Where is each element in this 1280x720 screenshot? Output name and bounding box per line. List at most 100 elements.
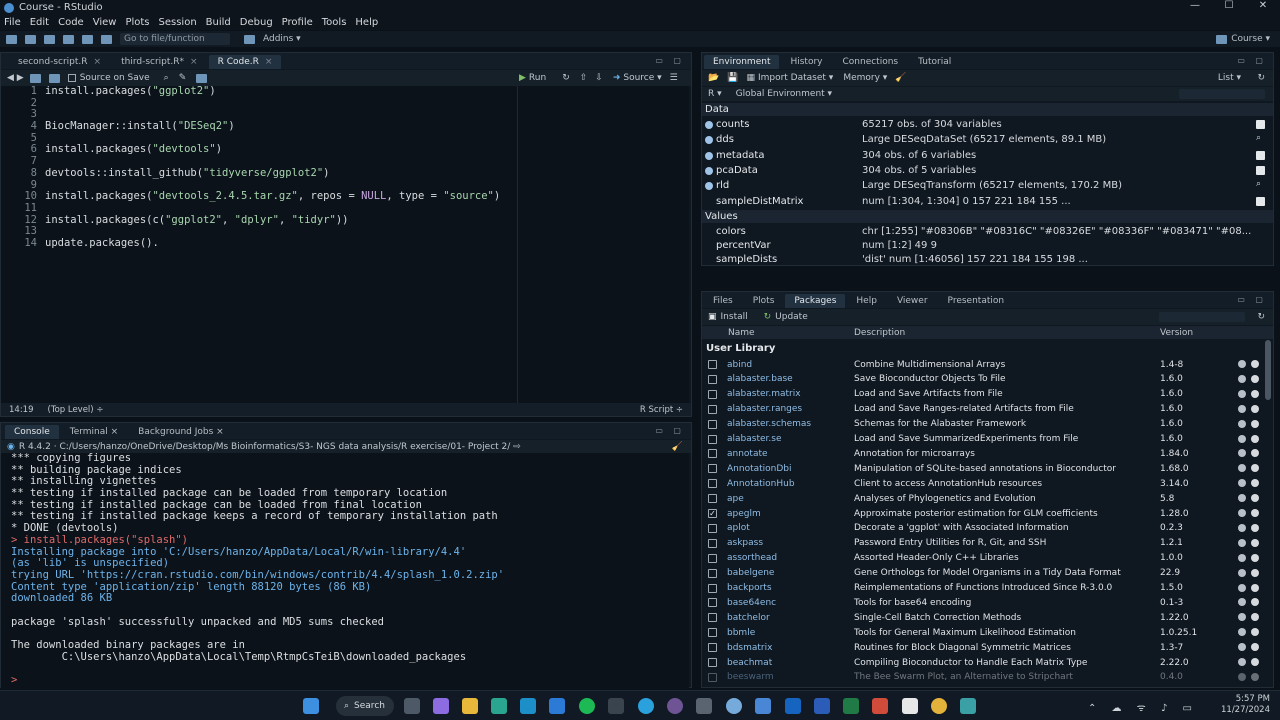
view-grid-icon[interactable] [1256,196,1265,206]
package-row[interactable]: alabaster.matrix Load and Save Artifacts … [702,387,1263,402]
env-row-percentVar[interactable]: percentVar num [1:2] 49 9 [702,238,1273,253]
code-editor[interactable]: 1 2 3 4 5 6 7 8 9 10 11 12 13 14 install.packages("gg… [1,85,689,412]
start-icon[interactable] [303,698,319,714]
package-name[interactable]: batchelor [727,613,770,623]
open-file-icon[interactable] [44,34,55,44]
code-lines[interactable]: install.packages("ggplot2") BiocManager::… [45,85,500,250]
install-button[interactable]: Install [721,312,748,322]
outlook-icon[interactable] [785,698,801,714]
pane-minmax-icon[interactable]: ▭ ▢ [655,56,685,65]
refresh-env-icon[interactable]: ↻ [1257,73,1265,83]
notion-icon[interactable] [902,698,918,714]
close-tab-icon[interactable]: × [94,57,102,67]
package-row[interactable]: beachmat Compiling Bioconductor to Handle… [702,655,1263,670]
expand-icon[interactable] [705,182,713,191]
tab-plots[interactable]: Plots [744,294,784,308]
tab-second-script-r[interactable]: second-script.R × [9,55,110,69]
git-icon[interactable] [696,698,712,714]
env-minmax-icon[interactable]: ▭ ▢ [1237,56,1267,65]
package-website-icon[interactable] [1238,598,1246,607]
package-website-icon[interactable] [1238,374,1246,383]
package-name[interactable]: AnnotationDbi [727,464,792,474]
menu-debug[interactable]: Debug [240,17,273,28]
env-row-sampleDistMatrix[interactable]: sampleDistMatrix num [1:304, 1:304] 0 157… [702,194,1273,209]
go-down-icon[interactable]: ⇩ [595,73,603,83]
package-search-input[interactable] [1159,312,1245,322]
tab-environment[interactable]: Environment [704,55,780,69]
col-version[interactable]: Version [1160,328,1193,338]
package-checkbox[interactable] [708,523,717,533]
remove-package-icon[interactable] [1251,479,1259,488]
view-search-icon[interactable]: ⌕ [1256,133,1265,143]
package-website-icon[interactable] [1238,389,1246,398]
remove-package-icon[interactable] [1251,553,1259,562]
package-row[interactable]: batchelor Single-Cell Batch Correction Me… [702,610,1263,625]
tab-terminal[interactable]: Terminal × [61,425,127,439]
view-grid-icon[interactable] [1256,165,1265,175]
package-row[interactable]: alabaster.se Load and Save SummarizedExpe… [702,432,1263,447]
scope-menu[interactable]: (Top Level) ÷ [48,405,104,415]
language-menu[interactable]: R ▾ [708,89,722,99]
package-name[interactable]: base64enc [727,598,776,608]
tab-connections[interactable]: Connections [834,55,908,69]
vscode-icon[interactable] [549,698,565,714]
edge-dev-icon[interactable] [520,698,536,714]
console-output[interactable]: *** copying figures ** building package i… [1,453,689,689]
remove-package-icon[interactable] [1251,509,1259,517]
remove-package-icon[interactable] [1251,449,1259,458]
view-grid-icon[interactable] [1256,120,1265,129]
package-name[interactable]: annotate [727,449,768,459]
copilot-icon[interactable] [433,698,449,714]
taskbar-search[interactable]: ⌕ Search [336,696,394,716]
pdf-icon[interactable] [872,698,888,714]
package-website-icon[interactable] [1238,613,1246,622]
code-line[interactable]: install.packages(c("ggplot2", "dplyr", "… [45,214,500,227]
pkg-minmax-icon[interactable]: ▭ ▢ [1237,295,1267,304]
close-tab-icon[interactable]: × [190,57,198,67]
telegram-icon[interactable] [638,698,654,714]
menu-file[interactable]: File [4,17,21,28]
package-checkbox[interactable] [708,374,717,384]
env-row-counts[interactable]: counts 65217 obs. of 304 variables [702,117,1273,132]
package-name[interactable]: babelgene [727,568,774,578]
package-website-icon[interactable] [1238,643,1246,652]
tab-history[interactable]: History [781,55,831,69]
package-checkbox[interactable] [708,479,717,489]
tab-third-script-r[interactable]: third-script.R* × [112,55,206,69]
spotify-icon[interactable] [579,698,595,714]
remove-package-icon[interactable] [1251,672,1259,681]
remove-package-icon[interactable] [1251,658,1259,666]
app-icon[interactable] [960,698,976,714]
code-line[interactable]: install.packages("devtools") [45,144,500,156]
package-checkbox[interactable] [708,583,717,593]
search-icon[interactable]: ⌕ [164,73,169,83]
tab-console[interactable]: Console [5,425,59,439]
project-menu[interactable]: Course ▾ [1216,31,1270,47]
package-row[interactable]: base64enc Tools for base64 encoding 0.1-3 [702,595,1263,610]
package-name[interactable]: assorthead [727,553,777,563]
package-website-icon[interactable] [1238,434,1246,443]
package-name[interactable]: apeglm [727,509,761,519]
expand-icon[interactable] [705,166,713,175]
package-checkbox[interactable] [708,464,717,474]
package-website-icon[interactable] [1238,538,1246,547]
menu-session[interactable]: Session [159,17,197,28]
package-row[interactable]: bbmle Tools for General Maximum Likelihoo… [702,625,1263,640]
task-view-icon[interactable] [404,698,420,714]
package-row[interactable]: abind Combine Multidimensional Arrays 1.4-… [702,357,1263,372]
remove-package-icon[interactable] [1251,568,1259,577]
package-checkbox[interactable] [708,538,717,548]
package-website-icon[interactable] [1238,360,1246,368]
menu-build[interactable]: Build [206,17,231,28]
package-checkbox[interactable] [708,449,717,459]
system-tray[interactable]: 5:57 PM 11/27/2024 [1221,694,1270,716]
tab-r-code-r[interactable]: R Code.R × [208,55,282,69]
package-checkbox[interactable] [708,553,717,563]
new-project-icon[interactable] [25,34,36,44]
package-row[interactable]: alabaster.base Save Bioconductor Objects … [702,372,1263,387]
package-checkbox[interactable] [708,568,717,578]
menu-profile[interactable]: Profile [282,17,313,28]
rstudio-taskbar-icon[interactable] [726,698,742,714]
package-row[interactable]: backports Reimplementations of Functions … [702,581,1263,596]
package-website-icon[interactable] [1238,553,1246,562]
